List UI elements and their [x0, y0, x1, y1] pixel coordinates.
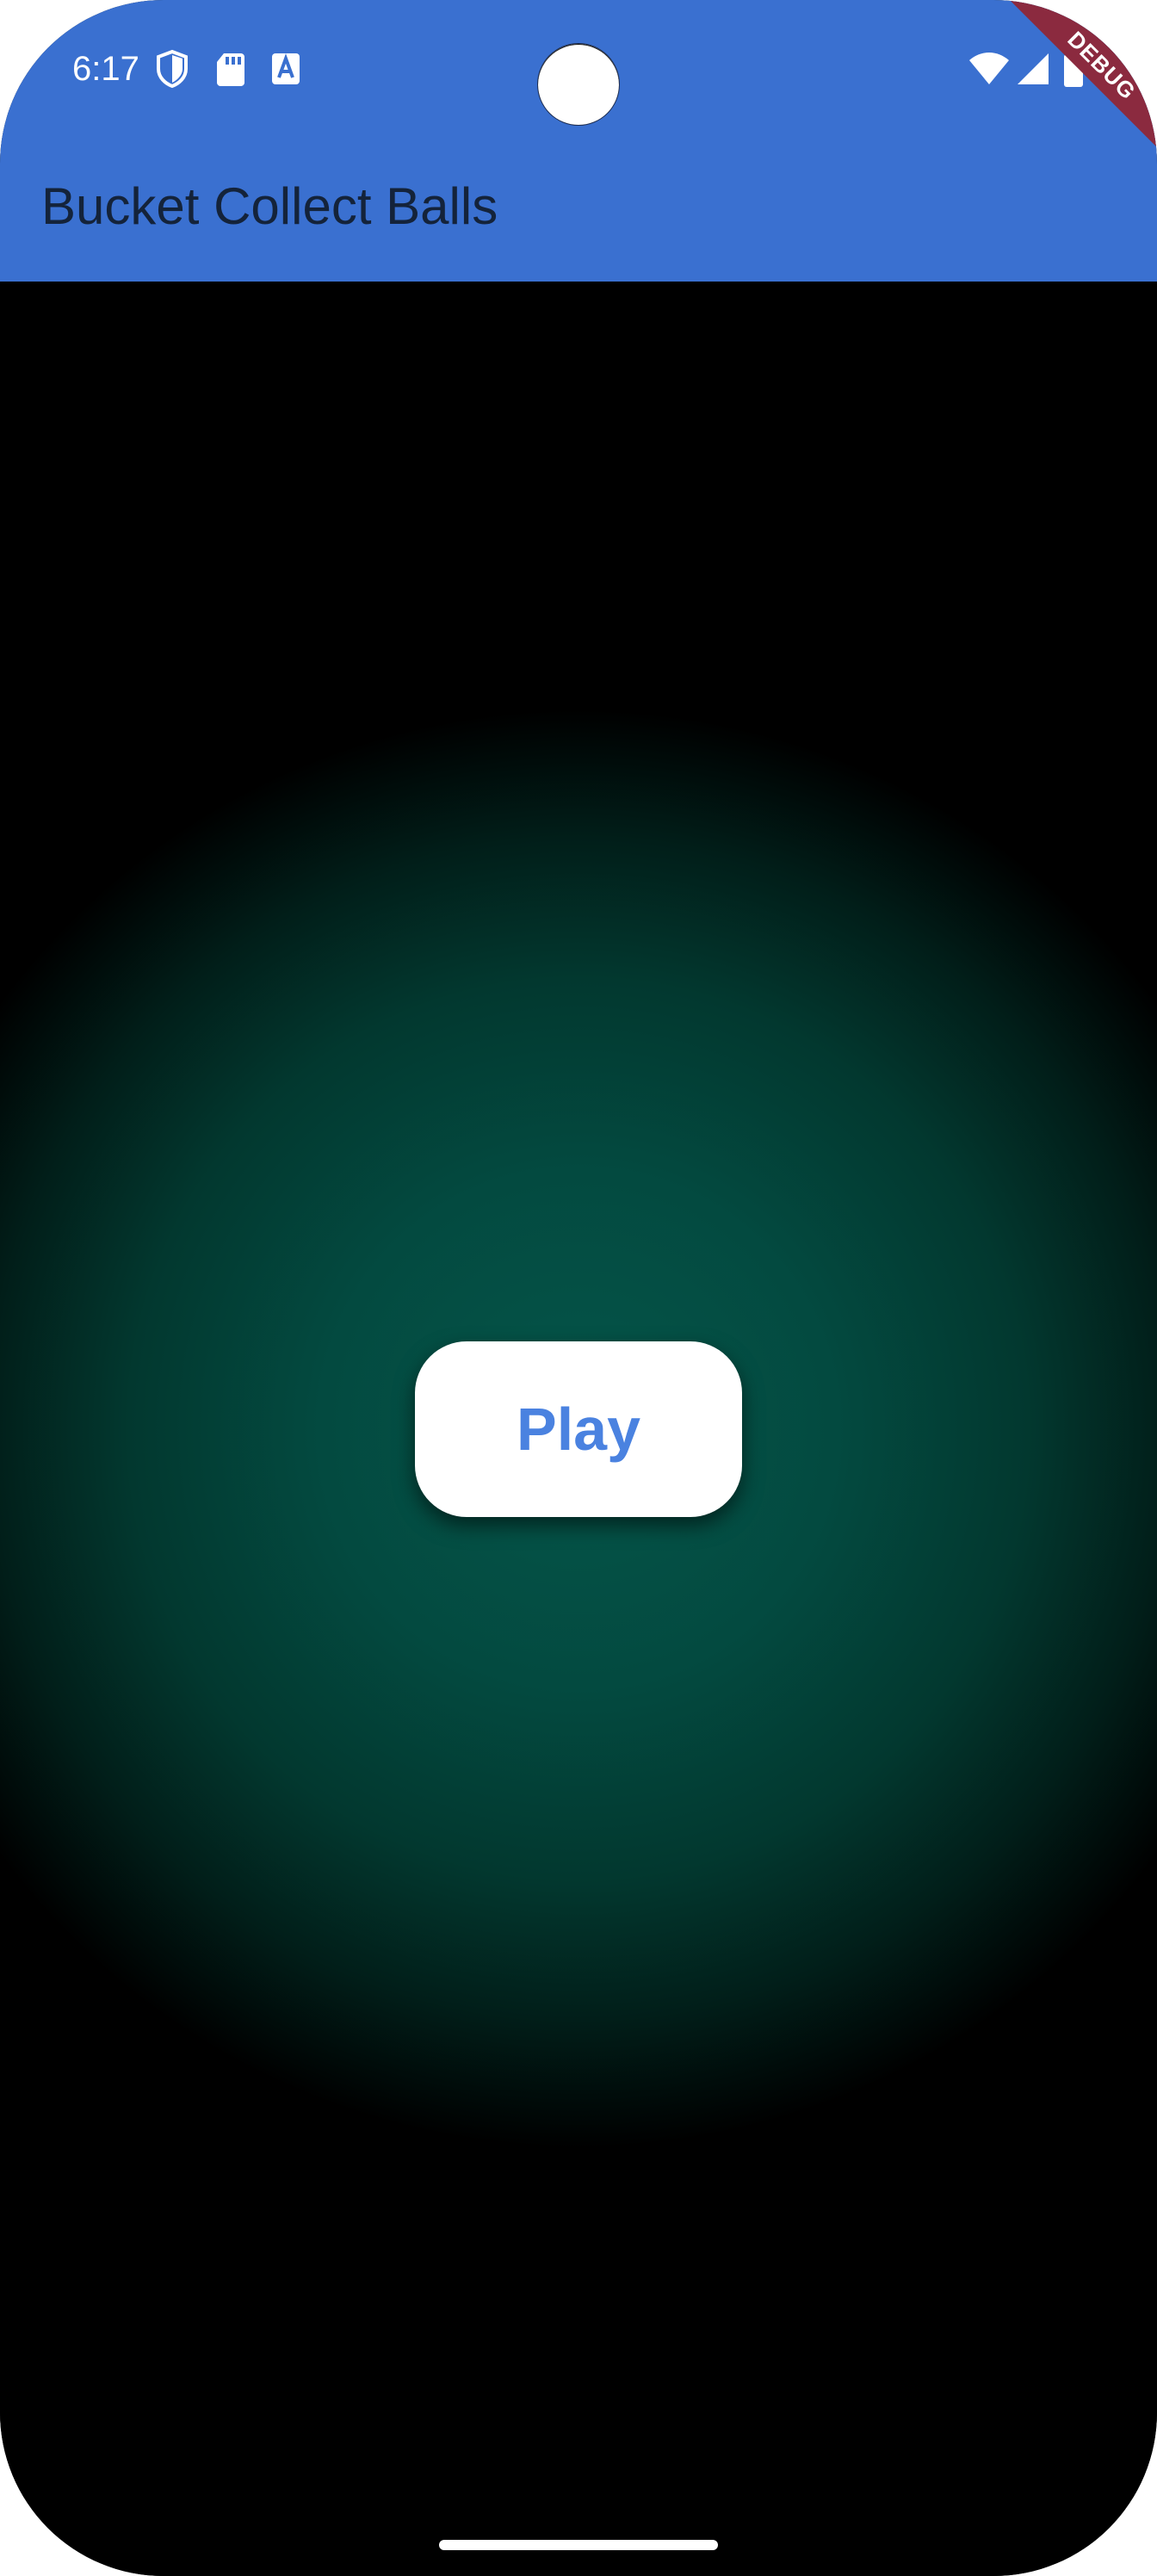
debug-banner-label: DEBUG [997, 0, 1157, 170]
sd-card-icon [212, 48, 250, 90]
shield-icon [153, 48, 191, 90]
debug-banner: DEBUG [985, 0, 1157, 172]
play-button[interactable]: Play [415, 1341, 742, 1517]
font-icon [267, 48, 305, 90]
phone-screen: 6:17 DEBUG Bucket Collect Balls Play [0, 0, 1157, 2576]
home-indicator[interactable] [439, 2540, 718, 2550]
status-time: 6:17 [72, 50, 139, 88]
camera-cutout [538, 44, 619, 125]
app-bar: 6:17 DEBUG Bucket Collect Balls [0, 0, 1157, 282]
page-title: Bucket Collect Balls [41, 177, 498, 235]
